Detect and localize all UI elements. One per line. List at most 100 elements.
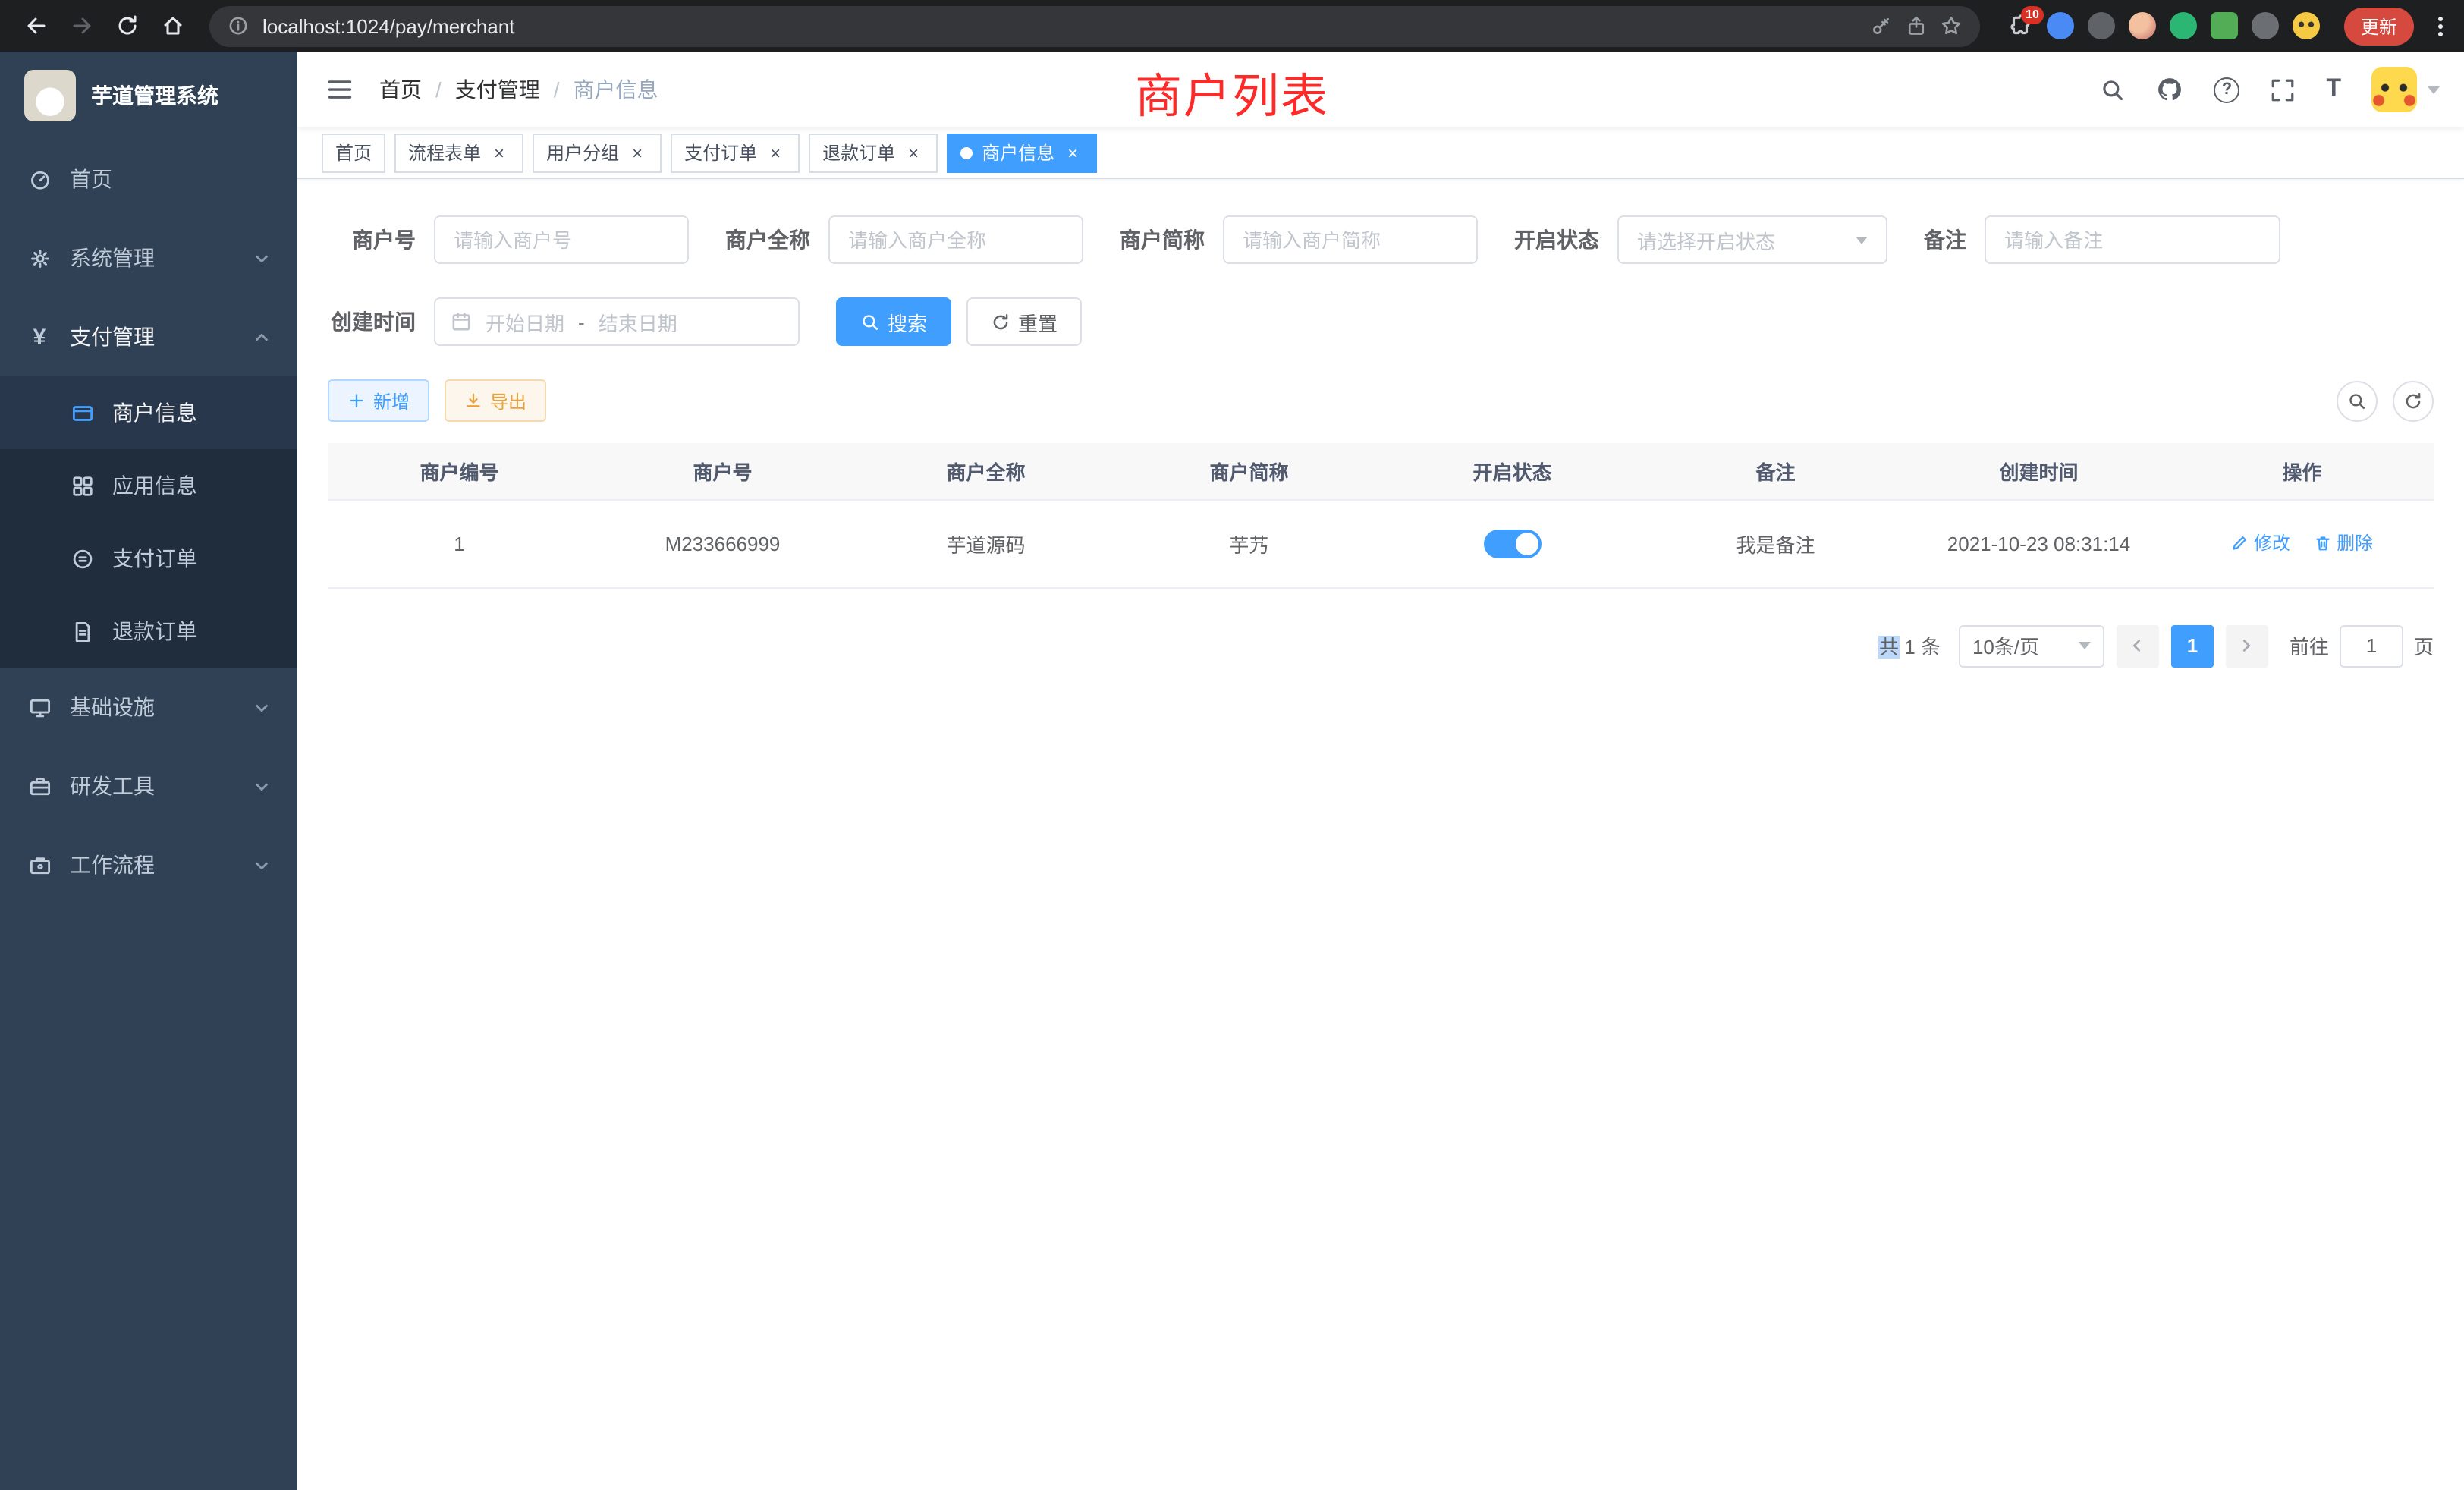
close-icon[interactable]: × xyxy=(627,142,648,163)
sidebar-item-home[interactable]: 首页 xyxy=(0,140,297,218)
search-button[interactable]: 搜索 xyxy=(836,297,951,346)
url-text[interactable]: localhost:1024/pay/merchant xyxy=(262,14,1857,37)
next-page-button[interactable] xyxy=(2226,624,2268,667)
extension-icon[interactable] xyxy=(2088,12,2115,39)
extension-icon[interactable] xyxy=(2211,12,2238,39)
page-size-value: 10条/页 xyxy=(1972,631,2039,660)
tab-refund-order[interactable]: 退款订单 × xyxy=(809,133,938,172)
full-name-input[interactable] xyxy=(828,215,1083,264)
prev-page-button[interactable] xyxy=(2117,624,2159,667)
top-navbar: 首页 支付管理 商户信息 商户列表 ? T xyxy=(297,52,2464,127)
sidebar-item-infra[interactable]: 基础设施 xyxy=(0,668,297,747)
status-toggle[interactable] xyxy=(1484,529,1542,558)
add-button[interactable]: 新增 xyxy=(328,379,429,422)
export-button-label: 导出 xyxy=(490,388,526,413)
address-bar[interactable]: localhost:1024/pay/merchant xyxy=(209,5,1980,46)
end-date-placeholder: 结束日期 xyxy=(599,307,677,336)
filter-status: 开启状态 请选择开启状态 xyxy=(1514,215,1887,264)
extension-icon[interactable] xyxy=(2129,12,2156,39)
sidebar-item-label: 支付管理 xyxy=(70,322,155,352)
merchant-no-input[interactable] xyxy=(434,215,689,264)
app-title: 芋道管理系统 xyxy=(91,80,218,111)
extension-icon[interactable] xyxy=(2047,12,2074,39)
sidebar-item-label: 工作流程 xyxy=(70,850,155,880)
sidebar-menu: 首页 系统管理 ¥ 支付管理 xyxy=(0,140,297,904)
yen-icon: ¥ xyxy=(27,325,52,349)
tab-label: 退款订单 xyxy=(822,140,895,165)
goto-page-input[interactable] xyxy=(2340,624,2403,667)
date-range-picker[interactable]: 开始日期 - 结束日期 xyxy=(434,297,800,346)
app-shell: 芋道管理系统 首页 系统管理 xyxy=(0,52,2464,1490)
cell-merchant-id: 1 xyxy=(328,499,591,587)
sidebar-item-label: 商户信息 xyxy=(112,398,197,428)
toggle-search-icon[interactable] xyxy=(2337,380,2378,421)
tags-view: 首页 流程表单 × 用户分组 × 支付订单 × 退款订单 × xyxy=(297,127,2464,179)
column-header: 操作 xyxy=(2170,443,2434,499)
tab-home[interactable]: 首页 xyxy=(322,133,385,172)
sidebar-item-dev-tools[interactable]: 研发工具 xyxy=(0,747,297,825)
close-icon[interactable]: × xyxy=(1062,142,1083,163)
search-icon[interactable] xyxy=(2100,77,2126,102)
bank-card-icon xyxy=(70,401,94,425)
sidebar-item-merchant-info[interactable]: 商户信息 xyxy=(0,376,297,449)
sidebar-item-system[interactable]: 系统管理 xyxy=(0,218,297,297)
share-icon[interactable] xyxy=(1906,15,1927,36)
close-icon[interactable]: × xyxy=(489,142,510,163)
column-header: 商户编号 xyxy=(328,443,591,499)
page-size-select[interactable]: 10条/页 xyxy=(1959,624,2104,667)
tab-pay-order[interactable]: 支付订单 × xyxy=(671,133,800,172)
tab-merchant-info[interactable]: 商户信息 × xyxy=(947,133,1097,172)
filter-short-name: 商户简称 xyxy=(1120,215,1478,264)
browser-update-button[interactable]: 更新 xyxy=(2344,7,2414,45)
start-date-placeholder: 开始日期 xyxy=(486,307,564,336)
sidebar-item-payment[interactable]: ¥ 支付管理 xyxy=(0,297,297,376)
main-area: 首页 支付管理 商户信息 商户列表 ? T xyxy=(297,52,2464,1490)
remark-input[interactable] xyxy=(1985,215,2280,264)
logo[interactable]: 芋道管理系统 xyxy=(0,52,297,140)
tab-label: 首页 xyxy=(335,140,372,165)
tab-user-group[interactable]: 用户分组 × xyxy=(533,133,662,172)
close-icon[interactable]: × xyxy=(903,142,924,163)
sidebar-item-pay-order[interactable]: 支付订单 xyxy=(0,522,297,595)
user-menu[interactable] xyxy=(2371,67,2440,112)
table-tools xyxy=(2337,380,2434,421)
merchant-table: 商户编号 商户号 商户全称 商户简称 开启状态 备注 创建时间 操作 1 xyxy=(328,443,2434,588)
browser-menu-icon[interactable] xyxy=(2432,10,2449,42)
sidebar: 芋道管理系统 首页 系统管理 xyxy=(0,52,297,1490)
browser-forward-icon[interactable] xyxy=(61,5,103,47)
font-size-icon[interactable]: T xyxy=(2326,77,2341,102)
reset-button-label: 重置 xyxy=(1018,307,1058,336)
extension-icon[interactable] xyxy=(2170,12,2197,39)
close-icon[interactable]: × xyxy=(765,142,786,163)
fullscreen-icon[interactable] xyxy=(2270,77,2296,102)
bookmark-star-icon[interactable] xyxy=(1941,15,1962,36)
sidebar-item-workflow[interactable]: 工作流程 xyxy=(0,825,297,904)
sidebar-item-refund-order[interactable]: 退款订单 xyxy=(0,595,297,668)
browser-reload-icon[interactable] xyxy=(106,5,149,47)
delete-link[interactable]: 删除 xyxy=(2314,530,2373,556)
sidebar-toggle-icon[interactable] xyxy=(322,71,358,108)
breadcrumb-section[interactable]: 支付管理 xyxy=(455,74,574,105)
edit-link[interactable]: 修改 xyxy=(2231,530,2290,556)
page-number-button[interactable]: 1 xyxy=(2171,624,2214,667)
help-icon[interactable]: ? xyxy=(2214,77,2239,102)
github-icon[interactable] xyxy=(2156,76,2183,103)
field-label: 商户号 xyxy=(328,225,416,255)
sidebar-item-label: 研发工具 xyxy=(70,771,155,801)
password-key-icon[interactable] xyxy=(1871,15,1892,36)
refresh-icon[interactable] xyxy=(2393,380,2434,421)
extensions-puzzle-icon[interactable]: 10 xyxy=(2007,13,2033,39)
breadcrumb-home[interactable]: 首页 xyxy=(379,74,455,105)
extension-icon[interactable] xyxy=(2252,12,2279,39)
status-select[interactable]: 请选择开启状态 xyxy=(1617,215,1887,264)
export-button[interactable]: 导出 xyxy=(445,379,546,422)
sidebar-item-app-info[interactable]: 应用信息 xyxy=(0,449,297,522)
site-info-icon[interactable] xyxy=(228,15,249,36)
reset-button[interactable]: 重置 xyxy=(966,297,1082,346)
short-name-input[interactable] xyxy=(1223,215,1478,264)
browser-home-icon[interactable] xyxy=(152,5,194,47)
tab-label: 用户分组 xyxy=(546,140,619,165)
profile-avatar[interactable] xyxy=(2293,12,2320,39)
browser-back-icon[interactable] xyxy=(15,5,58,47)
tab-process-form[interactable]: 流程表单 × xyxy=(394,133,523,172)
